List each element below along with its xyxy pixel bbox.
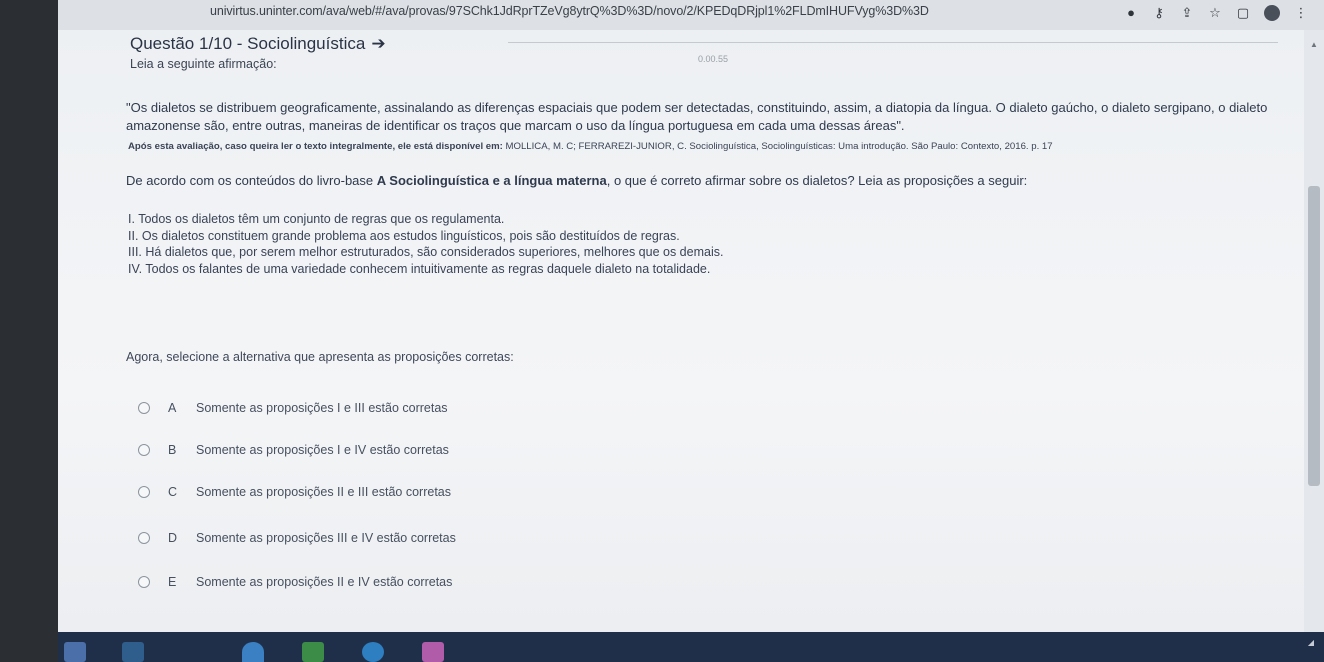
alternative-e[interactable]: E Somente as proposições II e IV estão c… <box>130 568 750 596</box>
alternative-letter: B <box>168 443 177 457</box>
profile-avatar-icon[interactable] <box>1264 5 1280 21</box>
radio-button-icon[interactable] <box>138 532 150 544</box>
monitor-bezel <box>0 0 58 662</box>
browser-toolbar: univirtus.uninter.com/ava/web/#/ava/prov… <box>58 0 1324 31</box>
address-bar[interactable]: univirtus.uninter.com/ava/web/#/ava/prov… <box>210 4 929 18</box>
network-icon[interactable]: ◢ <box>1308 638 1314 647</box>
window-icon[interactable]: ▢ <box>1236 6 1250 20</box>
alternative-b[interactable]: B Somente as proposições I e IV estão co… <box>130 436 750 464</box>
source-intro: Após esta avaliação, caso queira ler o t… <box>128 141 503 152</box>
taskbar-app-icon[interactable] <box>122 642 144 662</box>
scrollbar-thumb[interactable] <box>1308 186 1320 486</box>
taskbar-app-icon[interactable] <box>422 642 444 662</box>
alternative-letter: D <box>168 531 178 545</box>
alternative-text: Somente as proposições II e III estão co… <box>196 485 451 499</box>
arrow-right-icon[interactable]: ➔ <box>371 34 385 54</box>
timer-ghost-text: 0.00.55 <box>698 54 729 64</box>
menu-kebab-icon[interactable]: ⋮ <box>1294 6 1308 20</box>
prompt-before: De acordo com os conteúdos do livro-base <box>126 173 377 188</box>
os-taskbar: ◢ <box>58 632 1324 662</box>
title-divider <box>508 42 1278 43</box>
system-tray[interactable]: ◢ <box>1308 638 1314 648</box>
prompt-book-title: A Sociolinguística e a língua materna <box>376 173 607 188</box>
key-icon[interactable]: ⚷ <box>1152 6 1166 20</box>
taskbar-app-icon[interactable] <box>302 642 324 662</box>
prompt-after: , o que é correto afirmar sobre os diale… <box>606 173 1028 188</box>
bookmark-star-icon[interactable]: ☆ <box>1208 6 1222 20</box>
alternative-letter: E <box>168 575 177 589</box>
browser-taskbar-icon[interactable] <box>242 642 264 662</box>
radio-button-icon[interactable] <box>138 402 150 414</box>
record-icon[interactable]: ● <box>1124 6 1138 20</box>
question-prompt: De acordo com os conteúdos do livro-base… <box>126 173 1027 188</box>
share-icon[interactable]: ⇪ <box>1180 6 1194 20</box>
screen: univirtus.uninter.com/ava/web/#/ava/prov… <box>58 0 1324 662</box>
question-title-text: Questão 1/10 - Sociolinguística <box>130 34 366 53</box>
page-scrollbar[interactable]: ▲ <box>1304 30 1324 632</box>
proposition-iii: III. Há dialetos que, por serem melhor e… <box>128 245 724 259</box>
alternative-a[interactable]: A Somente as proposições I e III estão c… <box>130 394 750 422</box>
alternative-letter: C <box>168 485 178 499</box>
alternative-letter: A <box>168 401 177 415</box>
proposition-iv: IV. Todos os falantes de uma variedade c… <box>128 261 711 276</box>
question-title: Questão 1/10 - Sociolinguística ➔ <box>130 34 386 54</box>
start-button-icon[interactable] <box>64 642 86 662</box>
question-page: 0.00.55 Questão 1/10 - Sociolinguística ➔… <box>58 30 1304 632</box>
radio-button-icon[interactable] <box>138 486 150 498</box>
propositions-list: I. Todos os dialetos têm um conjunto de … <box>128 211 723 277</box>
alternative-c[interactable]: C Somente as proposições II e III estão … <box>130 478 750 506</box>
monitor-photo: univirtus.uninter.com/ava/web/#/ava/prov… <box>0 0 1324 662</box>
select-prompt: Agora, selecione a alternativa que apres… <box>126 350 514 364</box>
browser-toolbar-icons: ● ⚷ ⇪ ☆ ▢ ⋮ <box>1124 5 1308 21</box>
alternative-d[interactable]: D Somente as proposições III e IV estão … <box>130 524 750 552</box>
taskbar-app-icon[interactable] <box>362 642 384 662</box>
radio-button-icon[interactable] <box>138 444 150 456</box>
alternative-text: Somente as proposições III e IV estão co… <box>196 531 456 545</box>
radio-button-icon[interactable] <box>138 576 150 588</box>
quote-text: "Os dialetos se distribuem geograficamen… <box>126 100 1268 133</box>
alternative-text: Somente as proposições II e IV estão cor… <box>196 575 453 589</box>
source-reference: MOLLICA, M. C; FERRAREZI-JUNIOR, C. Soci… <box>505 141 1053 152</box>
alternative-text: Somente as proposições I e III estão cor… <box>196 401 448 415</box>
scroll-up-icon[interactable]: ▲ <box>1310 40 1318 49</box>
source-note: Após esta avaliação, caso queira ler o t… <box>128 141 1053 152</box>
instruction-text: Leia a seguinte afirmação: <box>130 57 277 71</box>
proposition-i: I. Todos os dialetos têm um conjunto de … <box>128 212 505 226</box>
alternative-text: Somente as proposições I e IV estão corr… <box>196 443 449 457</box>
proposition-ii: II. Os dialetos constituem grande proble… <box>128 228 680 243</box>
